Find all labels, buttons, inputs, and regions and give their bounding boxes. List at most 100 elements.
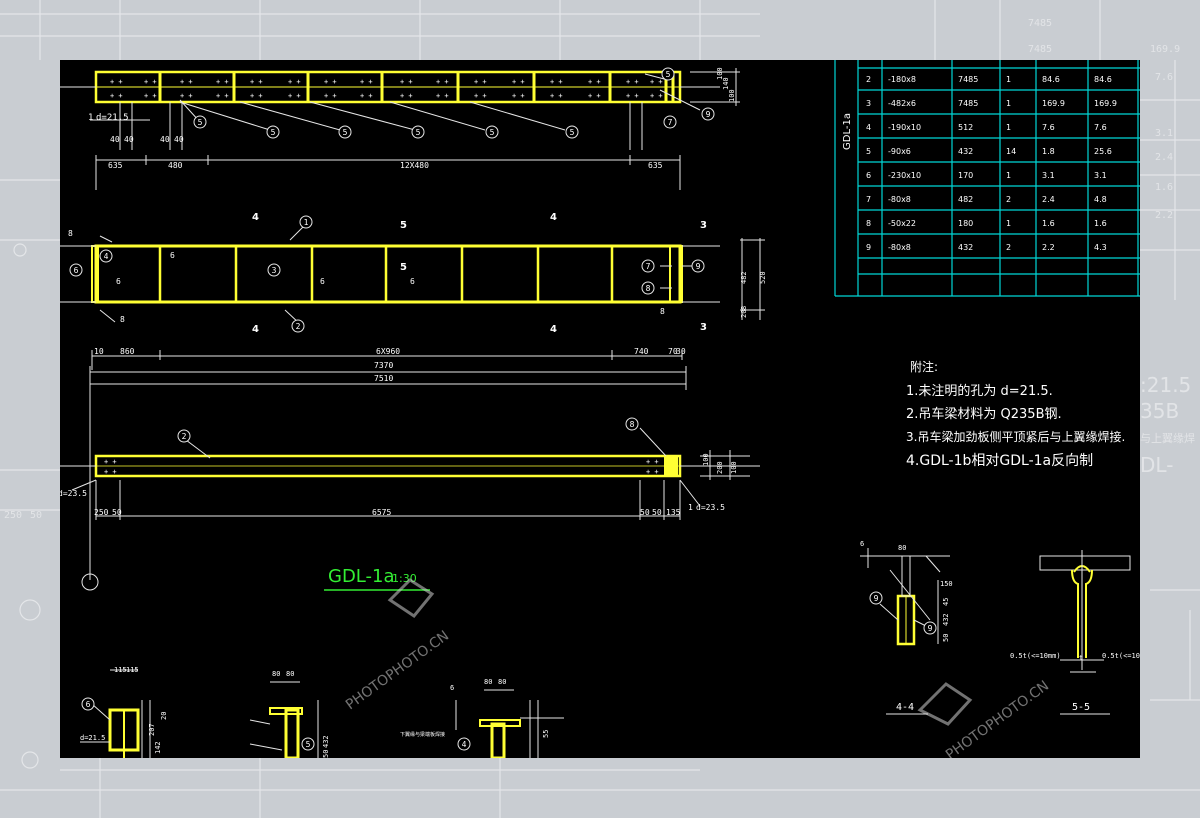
bottom-sections: 6 115 115 207 142 20 d=21.5 5 80 80 432 … [80, 666, 564, 758]
hole-label-right: d=23.5 [696, 503, 725, 512]
table-cell: 2.4 [1042, 195, 1055, 204]
section-mark: 5 [400, 220, 407, 231]
table-cell: 1 [1006, 99, 1011, 108]
svg-text:50: 50 [322, 750, 330, 758]
table-cell: 1 [1006, 123, 1011, 132]
svg-text:5: 5 [490, 128, 495, 137]
section-4-4: 9 9 6 80 45 432 50 150 4-4 [860, 540, 953, 715]
table-cell: 7.6 [1042, 123, 1055, 132]
svg-text:80: 80 [898, 544, 906, 552]
title-label: GDL-1a [328, 566, 395, 587]
cad-drawing-area: + + + + + + + + + + + + + + + + + + + + + + + + +… [60, 60, 1140, 758]
dim-12x480: 12X480 [400, 161, 429, 170]
svg-text:+ +: + + [474, 78, 487, 86]
svg-text:+ +: + + [110, 78, 123, 86]
table-cell: 432 [958, 147, 973, 156]
table-cell: 4 [866, 123, 871, 132]
table-cell: 2 [1006, 243, 1011, 252]
table-cell: 14 [1006, 147, 1016, 156]
table-cell: 170 [958, 171, 973, 180]
dim-480: 480 [168, 161, 183, 170]
table-cell: 1 [1006, 219, 1011, 228]
top-hole-label: d=21.5 [96, 113, 129, 123]
elevation-beam-outline [94, 244, 682, 304]
svg-text:10: 10 [94, 347, 104, 356]
dim-6575: 6575 [372, 508, 391, 517]
svg-text:+ +: + + [512, 92, 525, 100]
table-cell: 512 [958, 123, 973, 132]
svg-text:+ +: + + [436, 78, 449, 86]
section-mark: 4 [252, 324, 259, 335]
svg-text:+ +: + + [180, 92, 193, 100]
table-cell: 7.6 [1094, 123, 1107, 132]
dim-6x960: 6X960 [376, 347, 400, 356]
svg-text:1: 1 [88, 113, 93, 123]
svg-text:432: 432 [322, 735, 330, 748]
svg-text:6: 6 [320, 277, 325, 286]
svg-text:8: 8 [630, 420, 635, 429]
table-cell: 1 [1006, 171, 1011, 180]
outer-fragment: DL- [1140, 453, 1173, 477]
svg-text:80: 80 [286, 670, 294, 678]
end-plate-fill [664, 456, 678, 476]
table-cell: -180x8 [888, 75, 916, 84]
notes-heading: 附注: [910, 359, 938, 374]
svg-text:+ +: + + [250, 78, 263, 86]
svg-text:9: 9 [928, 624, 933, 633]
section-mark: 4 [550, 212, 557, 223]
table-cell: -230x10 [888, 171, 921, 180]
top-plan-view: + + + + + + + + + + + + + + + + + + + + + + + + +… [60, 67, 740, 190]
section-mark: 3 [700, 220, 707, 231]
svg-text:+ +: + + [646, 468, 659, 476]
svg-text:8: 8 [68, 229, 73, 238]
table-cell: 1 [1006, 75, 1011, 84]
outer-value: 7485 [1028, 44, 1052, 55]
svg-text:7: 7 [646, 262, 651, 271]
svg-text:200: 200 [716, 461, 724, 474]
table-cell: 4.3 [1094, 243, 1107, 252]
outer-value: 7.6 [1155, 72, 1173, 83]
svg-text:+ +: + + [216, 92, 229, 100]
svg-text:50: 50 [942, 634, 950, 642]
dim-635-right: 635 [648, 161, 663, 170]
section-mark: 4 [252, 212, 259, 223]
note-item: 2.吊车梁材料为 Q235B钢. [906, 406, 1062, 422]
svg-text:+ +: + + [626, 92, 639, 100]
svg-text:6: 6 [116, 277, 121, 286]
section-mark: 5 [400, 262, 407, 273]
svg-text:+ +: + + [588, 78, 601, 86]
watermark-text: PHOTOPHOTO.CN [343, 628, 452, 713]
svg-text:+ +: + + [650, 92, 663, 100]
svg-text:150: 150 [940, 580, 953, 588]
table-cell: 482 [958, 195, 973, 204]
svg-text:50: 50 [112, 508, 122, 517]
table-cell: 180 [958, 219, 973, 228]
svg-text:+ +: + + [512, 78, 525, 86]
svg-text:0.5t(<=10mm): 0.5t(<=10mm) [1102, 652, 1140, 660]
table-cell: 2.2 [1042, 243, 1055, 252]
section-mark: 3 [700, 322, 707, 333]
svg-text:115: 115 [126, 666, 139, 674]
note-item: 1.未注明的孔为 d=21.5. [906, 383, 1053, 399]
svg-text:+ +: + + [650, 78, 663, 86]
hole-label-left: d=23.5 [60, 489, 87, 498]
svg-text:7: 7 [668, 118, 673, 127]
svg-text:+ +: + + [474, 92, 487, 100]
svg-text:8: 8 [740, 306, 748, 310]
svg-text:d=21.5: d=21.5 [80, 734, 105, 742]
svg-text:+ +: + + [104, 468, 117, 476]
svg-text:+ +: + + [288, 92, 301, 100]
table-cell: 1.6 [1094, 219, 1107, 228]
svg-text:9: 9 [696, 262, 701, 271]
table-cell: 7485 [958, 75, 978, 84]
table-cell: -90x6 [888, 147, 911, 156]
table-cell: 3.1 [1042, 171, 1055, 180]
notes-block: 附注: 1.未注明的孔为 d=21.5. 2.吊车梁材料为 Q235B钢. 3.… [906, 359, 1125, 469]
svg-text:+ +: + + [360, 78, 373, 86]
table-cell: 169.9 [1042, 99, 1065, 108]
table-cell: 1.6 [1042, 219, 1055, 228]
table-cell: -190x10 [888, 123, 921, 132]
table-cell: 8 [866, 219, 871, 228]
svg-text:45: 45 [942, 598, 950, 606]
svg-text:+ +: + + [360, 92, 373, 100]
